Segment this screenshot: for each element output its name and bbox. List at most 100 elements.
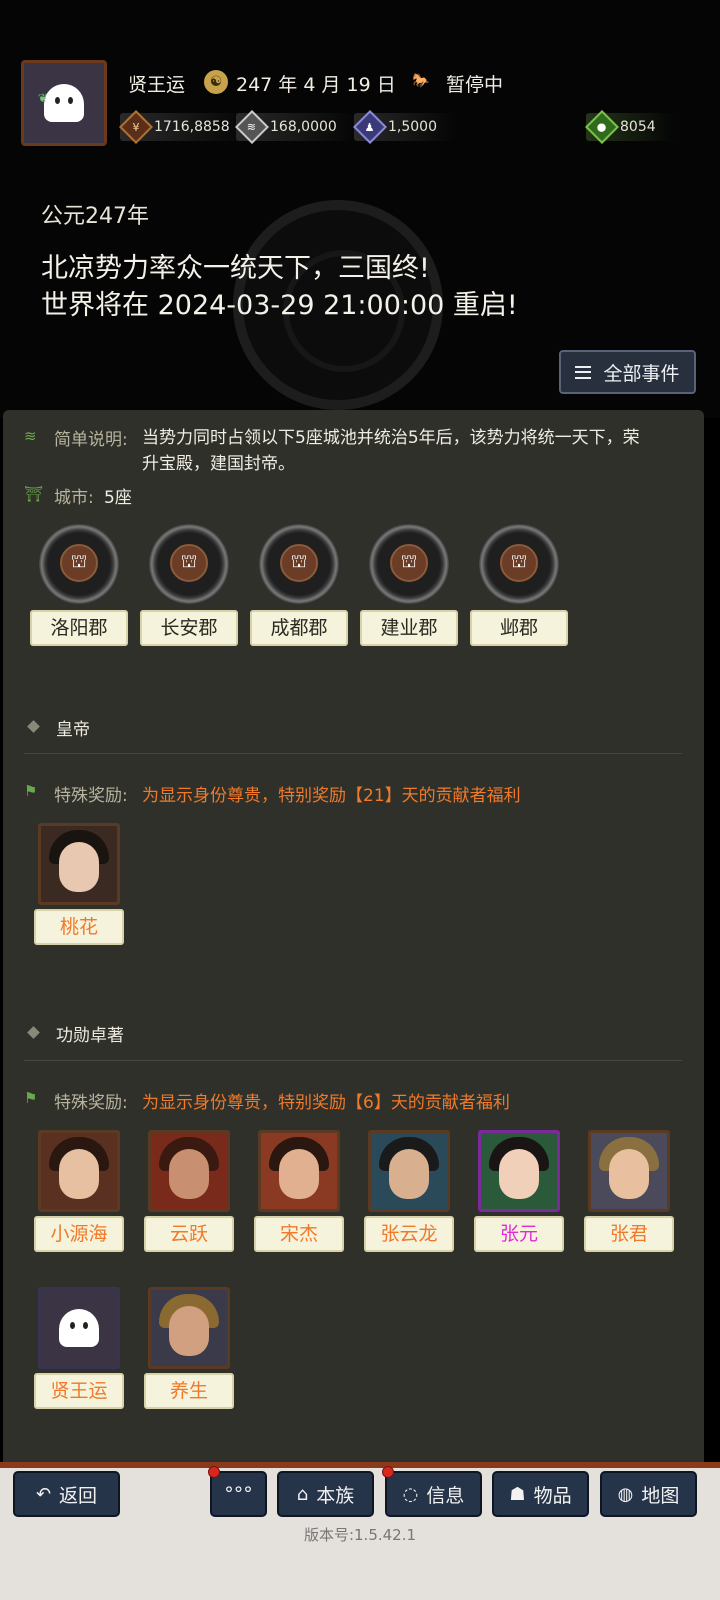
- hero-portrait: [38, 823, 120, 905]
- hero-name: 张元: [474, 1216, 564, 1252]
- face-shape: [279, 1149, 319, 1199]
- section-title-merits: 功勋卓著: [56, 1026, 124, 1046]
- hero-name: 张云龙: [364, 1216, 454, 1252]
- hero-portrait: [148, 1287, 230, 1369]
- hero-name: 小源海: [34, 1216, 124, 1252]
- announcement-text: 北凉势力率众一统天下，三国终! 世界将在 2024-03-29 21:00:00…: [41, 250, 518, 324]
- city-name: 长安郡: [140, 610, 238, 646]
- resource-soldiers[interactable]: ♟ 1,5000: [353, 110, 455, 144]
- reward-text: 为显示身份尊贵，特别奖励【6】天的贡献者福利: [142, 1093, 510, 1113]
- announcement-line-1: 北凉势力率众一统天下，三国终!: [41, 253, 430, 284]
- back-button[interactable]: ↶ 返回: [13, 1471, 120, 1517]
- castle-icon: ⛫: [390, 544, 428, 582]
- hero-card[interactable]: 养生: [144, 1287, 234, 1409]
- resource-value: 1716,8858: [154, 119, 230, 135]
- hero-card[interactable]: 桃花: [34, 823, 124, 945]
- castle-icon: ⛫: [500, 544, 538, 582]
- hero-card[interactable]: 张君: [584, 1130, 674, 1252]
- resource-coins[interactable]: ¥ 1716,8858: [119, 110, 248, 144]
- hero-portrait: [38, 1287, 120, 1369]
- grain-icon: ≋: [235, 110, 269, 144]
- city-name: 洛阳郡: [30, 610, 128, 646]
- section-title-emperor: 皇帝: [56, 720, 90, 740]
- map-button[interactable]: ◍ 地图: [600, 1471, 697, 1517]
- items-label: 物品: [533, 1484, 572, 1507]
- scroll-icon: ≋: [24, 427, 37, 445]
- items-button[interactable]: ☗ 物品: [492, 1471, 589, 1517]
- city-luoyang[interactable]: ⛫ 洛阳郡: [30, 524, 128, 648]
- face-shape: [609, 1149, 649, 1199]
- bottom-bar-trim: [0, 1462, 720, 1468]
- hero-card[interactable]: 小源海: [34, 1130, 124, 1252]
- player-avatar[interactable]: ❦: [21, 60, 107, 146]
- hero-card[interactable]: 张云龙: [364, 1130, 454, 1252]
- back-arrow-icon: ↶: [35, 1483, 52, 1505]
- ghost-avatar-icon: [44, 84, 84, 122]
- face-shape: [169, 1149, 209, 1199]
- clan-icon: ⌂: [296, 1483, 309, 1505]
- notification-dot: [382, 1466, 394, 1478]
- back-label: 返回: [59, 1484, 98, 1507]
- face-shape: [499, 1149, 539, 1199]
- hero-portrait: [368, 1130, 450, 1212]
- game-date: 247 年 4 月 19 日: [236, 74, 396, 96]
- hero-portrait: [258, 1130, 340, 1212]
- game-status: 暂停中: [446, 74, 504, 96]
- hero-name: 云跃: [144, 1216, 234, 1252]
- resource-grain[interactable]: ≋ 168,0000: [235, 110, 355, 144]
- city-changan[interactable]: ⛫ 长安郡: [140, 524, 238, 648]
- hero-name: 张君: [584, 1216, 674, 1252]
- ghost-avatar-icon: [59, 1309, 99, 1347]
- clan-button[interactable]: ⌂ 本族: [277, 1471, 374, 1517]
- map-label: 地图: [641, 1484, 680, 1507]
- top-header: ❦ 贤王运 ☯ 247 年 4 月 19 日 🐎 暂停中 ¥ 1716,8858…: [0, 0, 720, 418]
- map-icon: ◍: [617, 1483, 634, 1505]
- description-text: 当势力同时占领以下5座城池并统治5年后，该势力将统一天下，荣升宝殿，建国封帝。: [142, 428, 640, 474]
- divider: [24, 753, 682, 754]
- resource-money-bag[interactable]: ● 8054: [585, 110, 674, 144]
- hero-name: 养生: [144, 1373, 234, 1409]
- city-label: 城市:: [54, 488, 94, 508]
- hero-card[interactable]: 张元: [474, 1130, 564, 1252]
- divider: [24, 1060, 682, 1061]
- hero-card[interactable]: 贤王运: [34, 1287, 124, 1409]
- menu-icon: [575, 365, 592, 379]
- leaf-icon: ❦: [38, 91, 49, 105]
- hero-portrait: [148, 1130, 230, 1212]
- city-name: 成都郡: [250, 610, 348, 646]
- reward-label: 特殊奖励:: [54, 1093, 128, 1113]
- castle-icon: ⛫: [60, 544, 98, 582]
- era-text: 公元247年: [41, 204, 149, 229]
- all-events-label: 全部事件: [603, 362, 680, 385]
- face-shape: [389, 1149, 429, 1199]
- city-chengdu[interactable]: ⛫ 成都郡: [250, 524, 348, 648]
- hero-name: 桃花: [34, 909, 124, 945]
- all-events-button[interactable]: 全部事件: [559, 350, 696, 394]
- flag-icon: ⚑: [24, 1089, 38, 1107]
- hero-card[interactable]: 云跃: [144, 1130, 234, 1252]
- info-label: 信息: [426, 1484, 465, 1507]
- hero-card[interactable]: 宋杰: [254, 1130, 344, 1252]
- city-ye[interactable]: ⛫ 邺郡: [470, 524, 568, 648]
- calendar-icon: ☯: [204, 70, 228, 94]
- city-gate-icon: ⛩: [24, 485, 44, 503]
- castle-icon: ⛫: [280, 544, 318, 582]
- coin-icon: ¥: [119, 110, 153, 144]
- description-label: 简单说明:: [54, 430, 128, 450]
- city-name: 建业郡: [360, 610, 458, 646]
- resource-value: 8054: [620, 119, 656, 135]
- player-name: 贤王运: [128, 74, 186, 96]
- face-shape: [59, 842, 99, 892]
- flag-icon: ⚑: [24, 782, 38, 800]
- hero-name: 贤王运: [34, 1373, 124, 1409]
- info-button[interactable]: ◌ 信息: [385, 1471, 482, 1517]
- money-bag-icon: ●: [585, 110, 619, 144]
- reward-text: 为显示身份尊贵，特别奖励【21】天的贡献者福利: [142, 786, 521, 806]
- clan-label: 本族: [316, 1484, 355, 1507]
- hero-portrait: [588, 1130, 670, 1212]
- face-shape: [169, 1306, 209, 1356]
- more-button[interactable]: °°°: [210, 1471, 267, 1517]
- city-jianye[interactable]: ⛫ 建业郡: [360, 524, 458, 648]
- notification-dot: [208, 1466, 220, 1478]
- version-text: 版本号:1.5.42.1: [303, 1526, 417, 1544]
